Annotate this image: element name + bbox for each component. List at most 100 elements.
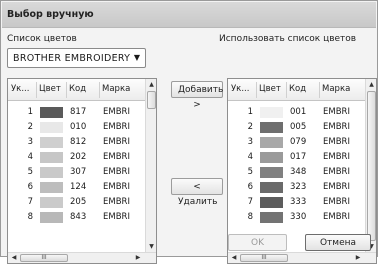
row-index: 8 [247, 212, 253, 222]
column-divider[interactable] [286, 82, 287, 98]
scroll-up-icon[interactable]: ▲ [147, 80, 156, 90]
vertical-scrollbar[interactable]: ▲ ▼ [365, 79, 376, 253]
column-divider[interactable] [99, 82, 100, 98]
thread-brand: EMBRI [323, 167, 350, 177]
color-list-table[interactable]: Ук... Цвет Код Марка 1 817 EMBRI 2 010 EMBRI 3 812… [7, 78, 157, 264]
thread-code: 348 [290, 167, 307, 177]
thread-code: 005 [290, 122, 307, 132]
thread-brand: EMBRI [103, 182, 130, 192]
scroll-thumb[interactable] [367, 91, 376, 241]
column-header[interactable]: Цвет [39, 84, 61, 94]
row-index: 2 [247, 122, 253, 132]
thread-brand: EMBRI [103, 122, 130, 132]
scroll-thumb[interactable] [147, 91, 156, 109]
thread-code: 205 [70, 197, 87, 207]
table-row[interactable]: 4 202 EMBRI [8, 151, 146, 164]
scroll-left-icon[interactable]: ◀ [229, 253, 239, 263]
title-bar: Выбор вручную [2, 2, 376, 28]
table-row[interactable]: 6 124 EMBRI [8, 181, 146, 194]
row-index: 3 [247, 137, 253, 147]
thread-code: 001 [290, 107, 307, 117]
table-row[interactable]: 5 348 EMBRI [228, 166, 366, 179]
thread-code: 307 [70, 167, 87, 177]
color-swatch [260, 182, 283, 193]
row-index: 7 [247, 197, 253, 207]
table-row[interactable]: 3 079 EMBRI [228, 136, 366, 149]
table-row[interactable]: 7 205 EMBRI [8, 196, 146, 209]
column-divider[interactable] [319, 82, 320, 98]
thread-brand: EMBRI [323, 197, 350, 207]
color-swatch [260, 137, 283, 148]
thread-code: 010 [70, 122, 87, 132]
color-swatch [40, 152, 63, 163]
thread-brand: EMBRI [103, 197, 130, 207]
ok-button[interactable]: OK [228, 234, 287, 251]
horizontal-scrollbar[interactable]: ◀ III ▶ [228, 252, 376, 263]
column-header[interactable]: Марка [102, 84, 130, 94]
color-swatch [260, 152, 283, 163]
column-divider[interactable] [66, 82, 67, 98]
table-row[interactable]: 8 330 EMBRI [228, 211, 366, 224]
color-swatch [260, 107, 283, 118]
color-swatch [40, 212, 63, 223]
thread-brand: EMBRI [323, 137, 350, 147]
scroll-left-icon[interactable]: ◀ [9, 253, 19, 263]
remove-button[interactable]: < Удалить [171, 178, 223, 207]
scroll-up-icon[interactable]: ▲ [367, 80, 376, 90]
column-divider[interactable] [36, 82, 37, 98]
thread-code: 124 [70, 182, 87, 192]
table-header: Ук... Цвет Код Марка [228, 79, 366, 101]
thread-brand: EMBRI [103, 167, 130, 177]
chevron-down-icon[interactable]: ▼ [134, 53, 140, 62]
column-divider[interactable] [256, 82, 257, 98]
vertical-scrollbar[interactable]: ▲ ▼ [145, 79, 156, 253]
column-header[interactable]: Ук... [11, 84, 29, 94]
color-swatch [40, 182, 63, 193]
table-row[interactable]: 8 843 EMBRI [8, 211, 146, 224]
color-swatch [40, 137, 63, 148]
table-row[interactable]: 3 812 EMBRI [8, 136, 146, 149]
column-header[interactable]: Марка [322, 84, 350, 94]
color-swatch [260, 167, 283, 178]
scroll-down-icon[interactable]: ▼ [147, 242, 156, 252]
thread-code: 333 [290, 197, 307, 207]
table-row[interactable]: 1 001 EMBRI [228, 106, 366, 119]
thread-code: 017 [290, 152, 307, 162]
table-row[interactable]: 7 333 EMBRI [228, 196, 366, 209]
color-swatch [260, 122, 283, 133]
horizontal-scrollbar[interactable]: ◀ III ▶ [8, 252, 156, 263]
column-header[interactable]: Ук... [231, 84, 249, 94]
table-row[interactable]: 5 307 EMBRI [8, 166, 146, 179]
scroll-right-icon[interactable]: ▶ [133, 253, 143, 263]
color-swatch [260, 197, 283, 208]
use-color-list-label: Использовать список цветов [219, 34, 357, 44]
add-button[interactable]: Добавить > [171, 81, 223, 110]
table-row[interactable]: 2 010 EMBRI [8, 121, 146, 134]
table-row[interactable]: 6 323 EMBRI [228, 181, 366, 194]
thread-code: 812 [70, 137, 87, 147]
table-row[interactable]: 2 005 EMBRI [228, 121, 366, 134]
row-index: 6 [247, 182, 253, 192]
thread-brand: EMBRI [103, 212, 130, 222]
color-list-dropdown[interactable]: BROTHER EMBROIDERY ▼ [7, 48, 146, 68]
row-index: 2 [27, 122, 33, 132]
column-header[interactable]: Код [289, 84, 306, 94]
thread-brand: EMBRI [323, 182, 350, 192]
scroll-thumb[interactable]: III [20, 254, 68, 262]
thread-code: 079 [290, 137, 307, 147]
cancel-button[interactable]: Отмена [305, 234, 371, 251]
dropdown-value: BROTHER EMBROIDERY [13, 53, 131, 64]
row-index: 1 [247, 107, 253, 117]
column-header[interactable]: Цвет [259, 84, 281, 94]
thread-brand: EMBRI [103, 107, 130, 117]
column-header[interactable]: Код [69, 84, 86, 94]
scroll-right-icon[interactable]: ▶ [353, 253, 363, 263]
table-row[interactable]: 4 017 EMBRI [228, 151, 366, 164]
window-title: Выбор вручную [7, 9, 94, 20]
scroll-thumb[interactable]: III [240, 254, 288, 262]
row-index: 5 [27, 167, 33, 177]
row-index: 1 [27, 107, 33, 117]
thread-brand: EMBRI [103, 152, 130, 162]
table-row[interactable]: 1 817 EMBRI [8, 106, 146, 119]
thread-brand: EMBRI [323, 122, 350, 132]
